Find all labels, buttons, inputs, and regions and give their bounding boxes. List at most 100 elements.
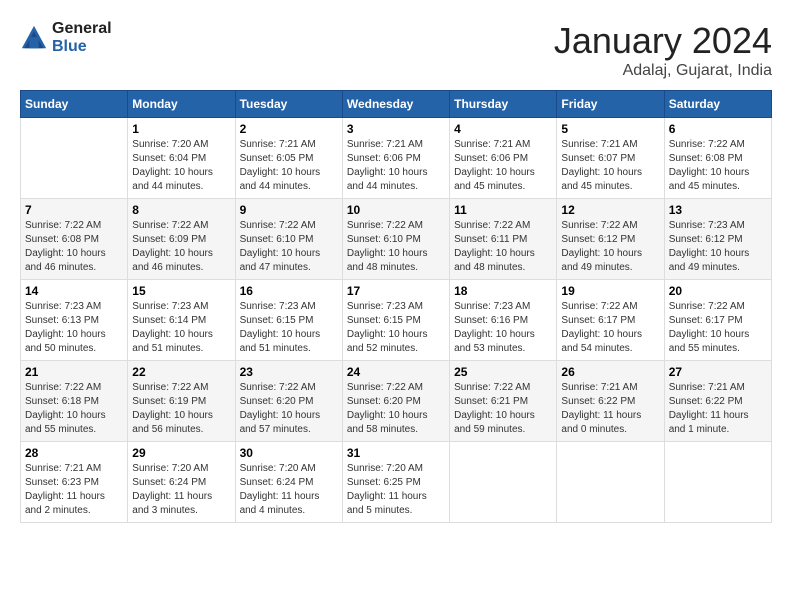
weekday-header-sunday: Sunday [21, 91, 128, 118]
day-info: Sunrise: 7:22 AMSunset: 6:17 PMDaylight:… [561, 300, 659, 356]
day-number: 22 [132, 365, 230, 379]
calendar-cell: 19Sunrise: 7:22 AMSunset: 6:17 PMDayligh… [557, 280, 664, 361]
day-number: 2 [240, 122, 338, 136]
day-number: 18 [454, 284, 552, 298]
day-info: Sunrise: 7:21 AMSunset: 6:06 PMDaylight:… [347, 138, 445, 194]
day-info: Sunrise: 7:23 AMSunset: 6:13 PMDaylight:… [25, 300, 123, 356]
day-info: Sunrise: 7:20 AMSunset: 6:24 PMDaylight:… [132, 462, 230, 518]
day-number: 6 [669, 122, 767, 136]
calendar-cell: 12Sunrise: 7:22 AMSunset: 6:12 PMDayligh… [557, 199, 664, 280]
weekday-header-tuesday: Tuesday [235, 91, 342, 118]
calendar-header: SundayMondayTuesdayWednesdayThursdayFrid… [21, 91, 772, 118]
calendar-cell: 21 Sunrise: 7:22 AMSunset: 6:18 PMDayligh… [21, 361, 128, 442]
logo: General Blue [20, 20, 112, 56]
month-title: January 2024 [554, 20, 772, 62]
day-number: 24 [347, 365, 445, 379]
calendar-cell: 27 Sunrise: 7:21 AMSunset: 6:22 PMDayligh… [664, 361, 771, 442]
day-number: 10 [347, 203, 445, 217]
week-row-3: 14 Sunrise: 7:23 AMSunset: 6:13 PMDayligh… [21, 280, 772, 361]
day-info: Sunrise: 7:22 AMSunset: 6:20 PMDaylight:… [347, 381, 445, 437]
calendar-cell: 8 Sunrise: 7:22 AMSunset: 6:09 PMDaylight… [128, 199, 235, 280]
day-number: 8 [132, 203, 230, 217]
weekday-row: SundayMondayTuesdayWednesdayThursdayFrid… [21, 91, 772, 118]
weekday-header-wednesday: Wednesday [342, 91, 449, 118]
day-number: 7 [25, 203, 123, 217]
calendar-cell: 24 Sunrise: 7:22 AMSunset: 6:20 PMDayligh… [342, 361, 449, 442]
day-info: Sunrise: 7:22 AMSunset: 6:21 PMDaylight:… [454, 381, 552, 437]
calendar-cell: 5Sunrise: 7:21 AMSunset: 6:07 PMDaylight… [557, 118, 664, 199]
logo-icon [20, 24, 48, 52]
day-number: 17 [347, 284, 445, 298]
day-info: Sunrise: 7:23 AMSunset: 6:12 PMDaylight:… [669, 219, 767, 275]
day-info: Sunrise: 7:21 AMSunset: 6:06 PMDaylight:… [454, 138, 552, 194]
calendar-cell: 10 Sunrise: 7:22 AMSunset: 6:10 PMDayligh… [342, 199, 449, 280]
day-info: Sunrise: 7:20 AMSunset: 6:25 PMDaylight:… [347, 462, 445, 518]
day-info: Sunrise: 7:21 AMSunset: 6:05 PMDaylight:… [240, 138, 338, 194]
day-number: 16 [240, 284, 338, 298]
day-number: 30 [240, 446, 338, 460]
calendar-cell: 23 Sunrise: 7:22 AMSunset: 6:20 PMDayligh… [235, 361, 342, 442]
calendar-cell: 13 Sunrise: 7:23 AMSunset: 6:12 PMDayligh… [664, 199, 771, 280]
calendar-cell [21, 118, 128, 199]
day-number: 1 [132, 122, 230, 136]
day-number: 14 [25, 284, 123, 298]
calendar-cell: 25 Sunrise: 7:22 AMSunset: 6:21 PMDayligh… [450, 361, 557, 442]
day-info: Sunrise: 7:22 AMSunset: 6:10 PMDaylight:… [347, 219, 445, 275]
calendar-cell: 14 Sunrise: 7:23 AMSunset: 6:13 PMDayligh… [21, 280, 128, 361]
day-info: Sunrise: 7:23 AMSunset: 6:15 PMDaylight:… [347, 300, 445, 356]
day-info: Sunrise: 7:22 AMSunset: 6:09 PMDaylight:… [132, 219, 230, 275]
day-info: Sunrise: 7:20 AMSunset: 6:04 PMDaylight:… [132, 138, 230, 194]
calendar-cell: 29 Sunrise: 7:20 AMSunset: 6:24 PMDayligh… [128, 442, 235, 523]
location: Adalaj, Gujarat, India [554, 62, 772, 80]
day-number: 27 [669, 365, 767, 379]
day-info: Sunrise: 7:22 AMSunset: 6:20 PMDaylight:… [240, 381, 338, 437]
day-info: Sunrise: 7:22 AMSunset: 6:08 PMDaylight:… [669, 138, 767, 194]
day-number: 25 [454, 365, 552, 379]
day-info: Sunrise: 7:22 AMSunset: 6:12 PMDaylight:… [561, 219, 659, 275]
calendar-cell: 16 Sunrise: 7:23 AMSunset: 6:15 PMDayligh… [235, 280, 342, 361]
day-number: 23 [240, 365, 338, 379]
calendar-cell: 9 Sunrise: 7:22 AMSunset: 6:10 PMDaylight… [235, 199, 342, 280]
day-info: Sunrise: 7:22 AMSunset: 6:08 PMDaylight:… [25, 219, 123, 275]
calendar-cell [450, 442, 557, 523]
calendar-cell: 26Sunrise: 7:21 AMSunset: 6:22 PMDayligh… [557, 361, 664, 442]
week-row-2: 7 Sunrise: 7:22 AMSunset: 6:08 PMDaylight… [21, 199, 772, 280]
weekday-header-monday: Monday [128, 91, 235, 118]
day-number: 20 [669, 284, 767, 298]
day-info: Sunrise: 7:22 AMSunset: 6:10 PMDaylight:… [240, 219, 338, 275]
day-number: 11 [454, 203, 552, 217]
day-number: 31 [347, 446, 445, 460]
day-number: 13 [669, 203, 767, 217]
calendar-cell: 28 Sunrise: 7:21 AMSunset: 6:23 PMDayligh… [21, 442, 128, 523]
day-number: 9 [240, 203, 338, 217]
day-info: Sunrise: 7:22 AMSunset: 6:18 PMDaylight:… [25, 381, 123, 437]
calendar-cell [557, 442, 664, 523]
weekday-header-friday: Friday [557, 91, 664, 118]
day-info: Sunrise: 7:22 AMSunset: 6:11 PMDaylight:… [454, 219, 552, 275]
title-block: January 2024 Adalaj, Gujarat, India [554, 20, 772, 80]
day-info: Sunrise: 7:21 AMSunset: 6:22 PMDaylight:… [669, 381, 767, 437]
day-number: 29 [132, 446, 230, 460]
calendar-cell [664, 442, 771, 523]
day-number: 26 [561, 365, 659, 379]
day-info: Sunrise: 7:20 AMSunset: 6:24 PMDaylight:… [240, 462, 338, 518]
calendar-cell: 22 Sunrise: 7:22 AMSunset: 6:19 PMDayligh… [128, 361, 235, 442]
weekday-header-thursday: Thursday [450, 91, 557, 118]
calendar-body: 1 Sunrise: 7:20 AMSunset: 6:04 PMDaylight… [21, 118, 772, 523]
day-info: Sunrise: 7:21 AMSunset: 6:23 PMDaylight:… [25, 462, 123, 518]
day-info: Sunrise: 7:23 AMSunset: 6:15 PMDaylight:… [240, 300, 338, 356]
logo-text: General Blue [52, 20, 112, 56]
day-number: 15 [132, 284, 230, 298]
day-info: Sunrise: 7:22 AMSunset: 6:17 PMDaylight:… [669, 300, 767, 356]
calendar-cell: 4Sunrise: 7:21 AMSunset: 6:06 PMDaylight… [450, 118, 557, 199]
day-info: Sunrise: 7:21 AMSunset: 6:07 PMDaylight:… [561, 138, 659, 194]
calendar-cell: 11 Sunrise: 7:22 AMSunset: 6:11 PMDayligh… [450, 199, 557, 280]
day-number: 3 [347, 122, 445, 136]
day-info: Sunrise: 7:22 AMSunset: 6:19 PMDaylight:… [132, 381, 230, 437]
week-row-1: 1 Sunrise: 7:20 AMSunset: 6:04 PMDaylight… [21, 118, 772, 199]
day-number: 28 [25, 446, 123, 460]
calendar-cell: 30 Sunrise: 7:20 AMSunset: 6:24 PMDayligh… [235, 442, 342, 523]
day-number: 21 [25, 365, 123, 379]
week-row-5: 28 Sunrise: 7:21 AMSunset: 6:23 PMDayligh… [21, 442, 772, 523]
calendar-table: SundayMondayTuesdayWednesdayThursdayFrid… [20, 90, 772, 523]
